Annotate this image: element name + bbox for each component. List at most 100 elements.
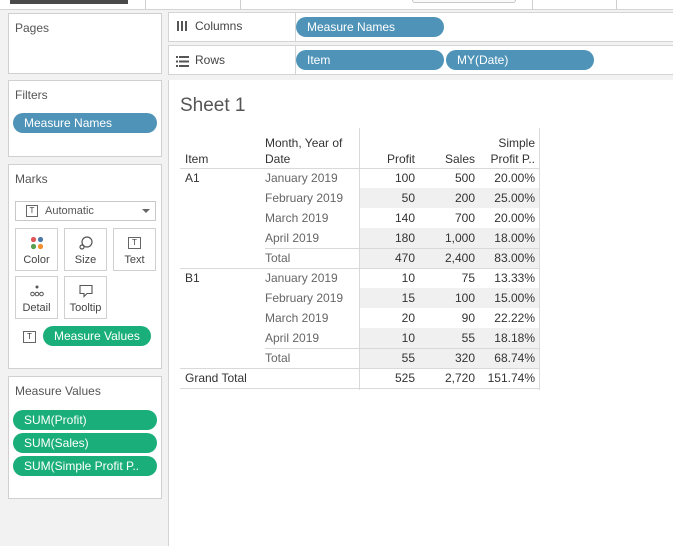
text-mark-icon: T bbox=[26, 205, 38, 217]
filters-title: Filters bbox=[15, 88, 48, 102]
table-cell-sales[interactable]: 500 bbox=[419, 171, 475, 185]
pages-card[interactable]: Pages bbox=[8, 13, 162, 74]
table-cell-spp[interactable]: 20.00% bbox=[477, 171, 535, 185]
table-border-right bbox=[539, 128, 540, 390]
text-button[interactable]: T Text bbox=[113, 228, 156, 271]
table-cell-profit[interactable]: 180 bbox=[365, 231, 415, 245]
row-header-month[interactable]: April 2019 bbox=[265, 331, 319, 345]
table-cell-sales[interactable]: 100 bbox=[419, 291, 475, 305]
color-button[interactable]: Color bbox=[15, 228, 58, 271]
detail-label: Detail bbox=[22, 302, 51, 314]
table-cell-spp[interactable]: 20.00% bbox=[477, 211, 535, 225]
table-cell-sales[interactable]: 1,000 bbox=[419, 231, 475, 245]
filter-pill-measure-names[interactable]: Measure Names bbox=[13, 113, 157, 133]
table-cell-profit[interactable]: 100 bbox=[365, 171, 415, 185]
row-header-month[interactable]: January 2019 bbox=[265, 171, 338, 185]
measure-values-title: Measure Values bbox=[15, 384, 101, 398]
table-cell-spp[interactable]: 15.00% bbox=[477, 291, 535, 305]
grand-total-separator bbox=[180, 368, 539, 369]
table-cell-sales[interactable]: 700 bbox=[419, 211, 475, 225]
header-spp-line1[interactable]: Simple bbox=[477, 136, 535, 150]
size-button[interactable]: Size bbox=[64, 228, 107, 271]
measure-values-card: Measure Values SUM(Profit) SUM(Sales) SU… bbox=[8, 376, 162, 499]
toolbar-tab[interactable] bbox=[10, 0, 128, 4]
measure-pill-sales[interactable]: SUM(Sales) bbox=[13, 433, 157, 453]
tooltip-icon bbox=[65, 283, 106, 299]
table-cell-sales[interactable]: 200 bbox=[419, 191, 475, 205]
mark-type-value: Automatic bbox=[45, 205, 94, 217]
measure-pill-profit[interactable]: SUM(Profit) bbox=[13, 410, 157, 430]
header-spp-line2[interactable]: Profit P.. bbox=[477, 152, 535, 166]
total-separator bbox=[265, 348, 539, 349]
total-cell-profit[interactable]: 470 bbox=[365, 251, 415, 265]
tooltip-button[interactable]: Tooltip bbox=[64, 276, 107, 319]
rows-label: Rows bbox=[195, 53, 226, 67]
header-sales[interactable]: Sales bbox=[419, 152, 475, 166]
table-cell-profit[interactable]: 10 bbox=[365, 271, 415, 285]
row-header-total[interactable]: Total bbox=[265, 351, 290, 365]
marks-text-pill-measure-values[interactable]: Measure Values bbox=[43, 326, 151, 346]
table-cell-spp[interactable]: 18.00% bbox=[477, 231, 535, 245]
total-cell-sales[interactable]: 2,400 bbox=[419, 251, 475, 265]
total-cell-spp[interactable]: 68.74% bbox=[477, 351, 535, 365]
color-icon bbox=[16, 235, 57, 251]
row-header-item[interactable]: B1 bbox=[185, 271, 200, 285]
toolbar-divider bbox=[240, 0, 241, 9]
table-cell-spp[interactable]: 22.22% bbox=[477, 311, 535, 325]
table-cell-spp[interactable]: 18.18% bbox=[477, 331, 535, 345]
row-header-item[interactable]: A1 bbox=[185, 171, 200, 185]
row-header-month[interactable]: February 2019 bbox=[265, 291, 343, 305]
table-cell-sales[interactable]: 90 bbox=[419, 311, 475, 325]
row-header-month[interactable]: February 2019 bbox=[265, 191, 343, 205]
row-header-grand-total[interactable]: Grand Total bbox=[185, 371, 247, 385]
total-cell-sales[interactable]: 320 bbox=[419, 351, 475, 365]
table-cell-spp[interactable]: 25.00% bbox=[477, 191, 535, 205]
measure-pill-simple-profit[interactable]: SUM(Simple Profit P.. bbox=[13, 456, 157, 476]
toolbar-divider bbox=[145, 0, 146, 9]
columns-pill-measure-names[interactable]: Measure Names bbox=[296, 17, 444, 37]
grand-total-cell-sales[interactable]: 2,720 bbox=[419, 371, 475, 385]
table-cell-sales[interactable]: 75 bbox=[419, 271, 475, 285]
chevron-down-icon bbox=[142, 209, 150, 213]
grand-total-cell-spp[interactable]: 151.74% bbox=[477, 371, 535, 385]
row-header-month[interactable]: April 2019 bbox=[265, 231, 319, 245]
header-profit[interactable]: Profit bbox=[365, 152, 415, 166]
header-month-line2[interactable]: Date bbox=[265, 152, 290, 166]
columns-label: Columns bbox=[195, 19, 243, 33]
total-cell-profit[interactable]: 55 bbox=[365, 351, 415, 365]
pages-title: Pages bbox=[15, 21, 50, 35]
table-cell-profit[interactable]: 50 bbox=[365, 191, 415, 205]
row-header-month[interactable]: March 2019 bbox=[265, 311, 328, 325]
total-cell-spp[interactable]: 83.00% bbox=[477, 251, 535, 265]
detail-icon bbox=[16, 283, 57, 299]
table-cell-profit[interactable]: 20 bbox=[365, 311, 415, 325]
toolbar-field[interactable] bbox=[412, 0, 516, 3]
tooltip-label: Tooltip bbox=[69, 302, 102, 314]
columns-shelf[interactable]: Columns Measure Names bbox=[168, 12, 673, 42]
row-header-total[interactable]: Total bbox=[265, 251, 290, 265]
toolbar-divider bbox=[532, 0, 533, 9]
table-cell-profit[interactable]: 10 bbox=[365, 331, 415, 345]
table-cell-profit[interactable]: 140 bbox=[365, 211, 415, 225]
rows-pill-item[interactable]: Item bbox=[296, 50, 444, 70]
filters-card[interactable]: Filters Measure Names bbox=[8, 80, 162, 157]
header-item[interactable]: Item bbox=[185, 152, 208, 166]
group-separator bbox=[180, 168, 539, 169]
grand-total-cell-profit[interactable]: 525 bbox=[365, 371, 415, 385]
table-cell-sales[interactable]: 55 bbox=[419, 331, 475, 345]
row-header-month[interactable]: January 2019 bbox=[265, 271, 338, 285]
text-label: Text bbox=[124, 254, 145, 266]
header-month-line1[interactable]: Month, Year of bbox=[265, 136, 342, 150]
table-cell-profit[interactable]: 15 bbox=[365, 291, 415, 305]
text-encoding-icon: T bbox=[23, 331, 36, 343]
mark-type-dropdown[interactable]: T Automatic bbox=[15, 201, 156, 221]
size-label: Size bbox=[74, 254, 97, 266]
sheet-title: Sheet 1 bbox=[180, 95, 246, 116]
detail-button[interactable]: Detail bbox=[15, 276, 58, 319]
rows-pill-my-date[interactable]: MY(Date) bbox=[446, 50, 594, 70]
row-header-month[interactable]: March 2019 bbox=[265, 211, 328, 225]
color-label: Color bbox=[23, 254, 50, 266]
table-cell-spp[interactable]: 13.33% bbox=[477, 271, 535, 285]
rows-shelf[interactable]: Rows Item MY(Date) bbox=[168, 45, 673, 75]
table-bottom-border bbox=[180, 388, 539, 389]
